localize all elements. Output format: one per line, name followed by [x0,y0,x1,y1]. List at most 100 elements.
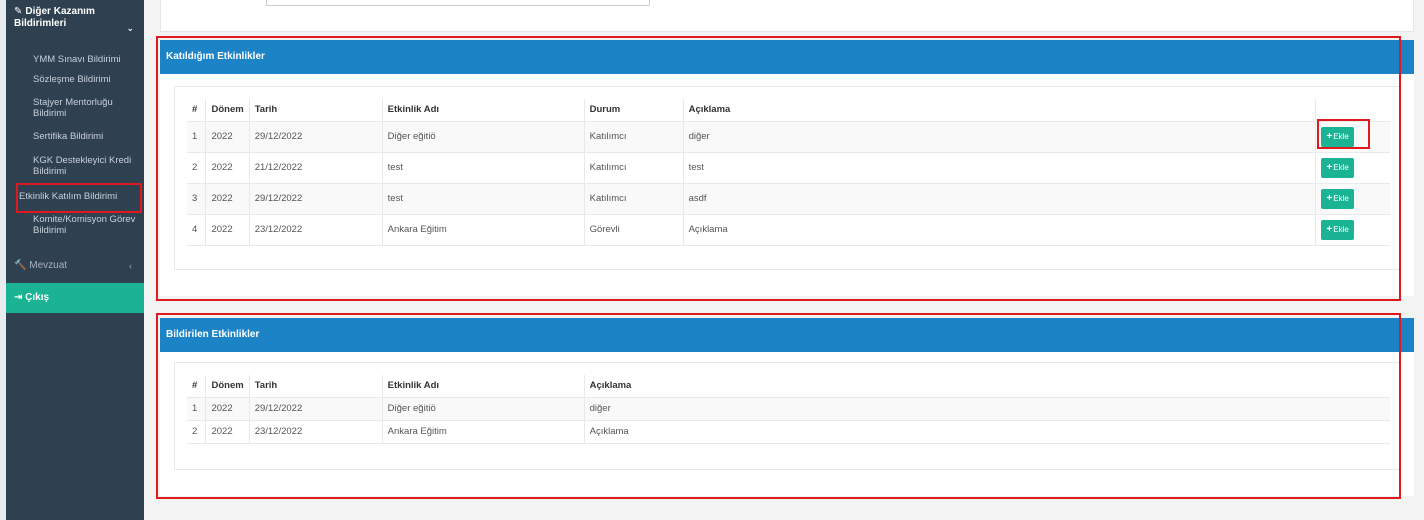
cell-tarih: 29/12/2022 [249,397,383,421]
column-header: Tarih [249,375,383,398]
cell-ad: test [382,183,585,215]
table-row: 3 2022 29/12/2022 test Katılımcı asdf +E… [187,183,1390,215]
column-header: Dönem [205,99,250,122]
plus-icon: + [1326,161,1333,173]
table-row: 2 2022 21/12/2022 test Katılımcı test +E… [187,152,1390,184]
edit-icon: ✎ [14,6,23,17]
table-container: # Dönem Tarih Etkinlik Adı Açıklama 1 20… [174,362,1400,470]
sidebar-item-label: YMM Sınavı Bildirimi [33,54,121,65]
cell-donem: 2022 [205,183,250,215]
cell-tarih: 29/12/2022 [249,121,383,153]
sidebar-item-ymm-sinavi[interactable]: YMM Sınavı Bildirimi [6,54,144,65]
scrollbar[interactable] [266,0,650,6]
column-header: Etkinlik Adı [382,375,585,398]
sidebar-item-label: Sertifika Bildirimi [33,131,104,142]
add-button[interactable]: +Ekle [1321,157,1354,178]
table-row: 2 2022 23/12/2022 Ankara Eğitim Açıklama [187,420,1390,444]
sidebar-item-mevzuat[interactable]: 🔨 Mevzuat ‹ [6,254,144,278]
cell-tarih: 21/12/2022 [249,152,383,184]
cell-aciklama: test [683,152,1317,184]
cell-action: +Ekle [1315,152,1390,184]
cell-aciklama: diğer [584,397,1390,421]
cell-aciklama: Açıklama [683,214,1317,246]
cell-durum: Katılımcı [584,183,684,215]
cell-ad: Diğer eğitiö [382,397,585,421]
cell-aciklama: diğer [683,121,1317,153]
add-button-label: Ekle [1333,162,1349,172]
cell-donem: 2022 [205,214,250,246]
sidebar: ✎ Diğer Kazanım Bildirimleri ⌄ YMM Sınavı… [6,0,144,520]
panel-bildirilen-etkinlikler: Bildirilen Etkinlikler # Dönem Tarih Etk… [160,318,1414,496]
cell-donem: 2022 [205,152,250,184]
add-button-label: Ekle [1333,193,1349,203]
add-button[interactable]: +Ekle [1321,188,1354,209]
sidebar-item-sertifika[interactable]: Sertifika Bildirimi [6,131,144,142]
chevron-down-icon: ⌄ [126,23,134,33]
cell-num: 1 [187,121,207,153]
sidebar-item-label: Mevzuat [29,260,68,271]
sidebar-item-label: KGK Destekleyici Kredi Bildirimi [33,155,132,177]
sidebar-item-komite-komisyon[interactable]: Komite/Komisyon Görev Bildirimi [6,214,144,236]
table-row: 4 2022 23/12/2022 Ankara Eğitim Görevli … [187,214,1390,246]
add-button-label: Ekle [1333,224,1349,234]
cell-tarih: 23/12/2022 [249,214,383,246]
add-button[interactable]: +Ekle [1321,219,1354,240]
cell-num: 2 [187,420,207,444]
cell-num: 2 [187,152,207,184]
column-header: Dönem [205,375,250,398]
cell-tarih: 23/12/2022 [249,420,383,444]
cell-tarih: 29/12/2022 [249,183,383,215]
cell-aciklama: Açıklama [584,420,1390,444]
add-button[interactable]: +Ekle [1321,126,1354,147]
cell-action: +Ekle [1315,214,1390,246]
chevron-left-icon: ‹ [129,261,132,271]
cell-action: +Ekle [1315,121,1390,153]
table-row: 1 2022 29/12/2022 Diğer eğitiö diğer [187,397,1390,421]
sidebar-item-kgk-destekleyici[interactable]: KGK Destekleyici Kredi Bildirimi [6,155,144,177]
panel-katildigim-etkinlikler: Katıldığım Etkinlikler # Dönem Tarih Etk… [160,40,1414,296]
table-container: # Dönem Tarih Etkinlik Adı Durum Açıklam… [174,86,1400,270]
table-header-row: # Dönem Tarih Etkinlik Adı Durum Açıklam… [187,99,1390,122]
cell-donem: 2022 [205,397,250,421]
bildirilen-table: # Dönem Tarih Etkinlik Adı Açıklama 1 20… [187,375,1390,444]
column-header: Durum [584,99,684,122]
sign-out-icon: ⇥ [14,292,23,303]
sidebar-item-label: Komite/Komisyon Görev Bildirimi [33,214,136,236]
plus-icon: + [1326,130,1333,142]
column-header: # [187,99,207,122]
sidebar-item-label: Sözleşme Bildirimi [33,74,111,85]
cell-num: 1 [187,397,207,421]
cell-ad: Diğer eğitiö [382,121,585,153]
sidebar-section-diger-kazanim[interactable]: ✎ Diğer Kazanım Bildirimleri ⌄ [6,0,144,36]
table-row: 1 2022 29/12/2022 Diğer eğitiö Katılımcı… [187,121,1390,153]
sidebar-item-stajyer-mentorlugu[interactable]: Stajyer Mentorluğu Bildirimi [6,97,144,119]
cell-durum: Görevli [584,214,684,246]
column-header [1315,99,1390,122]
panel-title: Bildirilen Etkinlikler [160,318,1414,352]
column-header: # [187,375,207,398]
main-content: Katıldığım Etkinlikler # Dönem Tarih Etk… [144,0,1424,520]
plus-icon: + [1326,192,1333,204]
sidebar-item-label: Stajyer Mentorluğu Bildirimi [33,97,113,119]
column-header: Tarih [249,99,383,122]
column-header: Açıklama [584,375,1390,398]
cell-ad: test [382,152,585,184]
add-button-label: Ekle [1333,131,1349,141]
gavel-icon: 🔨 [14,260,27,271]
cell-donem: 2022 [205,121,250,153]
panel-title: Katıldığım Etkinlikler [160,40,1414,74]
column-header: Etkinlik Adı [382,99,585,122]
highlight-box-sidebar [16,183,142,213]
cell-action: +Ekle [1315,183,1390,215]
cell-ad: Ankara Eğitim [382,214,585,246]
column-header: Açıklama [683,99,1317,122]
sidebar-section-title: Diğer Kazanım Bildirimleri [14,6,95,29]
cell-durum: Katılımcı [584,121,684,153]
cell-num: 4 [187,214,207,246]
sidebar-item-sozlesme[interactable]: Sözleşme Bildirimi [6,74,144,85]
sidebar-item-label: Çıkış [25,292,50,303]
cell-aciklama: asdf [683,183,1317,215]
plus-icon: + [1326,223,1333,235]
sidebar-item-cikis[interactable]: ⇥ Çıkış [6,283,144,313]
cell-ad: Ankara Eğitim [382,420,585,444]
